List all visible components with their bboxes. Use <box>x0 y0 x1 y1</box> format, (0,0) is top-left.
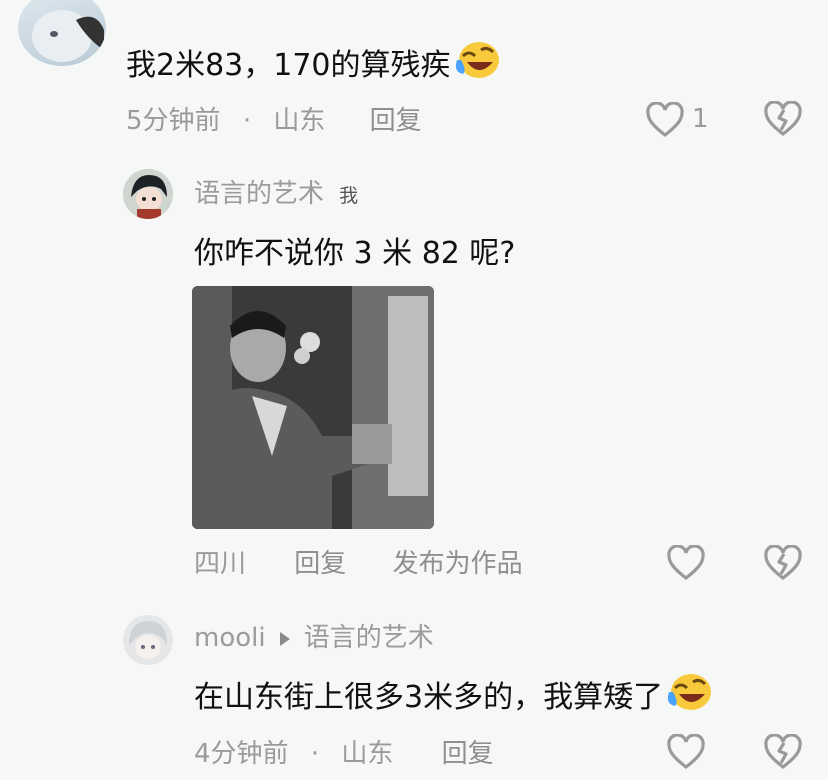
heart-icon <box>667 545 705 581</box>
reply1-dislike-button[interactable] <box>764 545 802 581</box>
like-button[interactable]: 1 <box>646 100 710 140</box>
reply2-text-content: 在山东街上很多3米多的，我算矮了 <box>194 680 664 715</box>
reply1-location: 四川 <box>194 549 247 579</box>
laugh-cry-emoji-icon <box>667 672 713 725</box>
reply-arrow-icon <box>279 624 291 660</box>
avatar-top-commenter[interactable] <box>18 0 106 66</box>
avatar-reply2[interactable] <box>123 615 173 665</box>
broken-heart-icon <box>764 101 802 137</box>
laugh-cry-emoji-icon <box>455 40 501 93</box>
reply-button[interactable]: 回复 <box>370 106 422 136</box>
comment-meta: 5分钟前 · 山东 回复 <box>126 103 422 139</box>
dislike-button[interactable] <box>764 101 802 137</box>
reply2-dislike-button[interactable] <box>764 734 802 770</box>
meta-dot: · <box>310 739 320 769</box>
reply1-like-button[interactable] <box>667 545 705 581</box>
reply2-location: 山东 <box>341 739 394 769</box>
like-count: 1 <box>692 104 709 134</box>
reply1-text: 你咋不说你 3 米 82 呢? <box>194 236 516 271</box>
author-badge: 我 <box>339 185 359 207</box>
reply2-text: 在山东街上很多3米多的，我算矮了 <box>194 672 713 725</box>
broken-heart-icon <box>764 545 802 581</box>
heart-icon <box>646 102 684 138</box>
heart-icon <box>667 734 705 770</box>
reply1-username[interactable]: 语言的艺术 <box>194 179 324 209</box>
reply1-image[interactable] <box>192 286 434 529</box>
comment-location: 山东 <box>273 106 326 136</box>
publish-as-work-button[interactable]: 发布为作品 <box>393 549 523 579</box>
reply2-time: 4分钟前 <box>194 739 289 769</box>
reply2-reply-button[interactable]: 回复 <box>442 739 494 769</box>
comment-text: 我2米83，170的算残疾 <box>126 40 501 93</box>
reply1-reply-button[interactable]: 回复 <box>294 549 346 579</box>
reply2-header: mooli 语言的艺术 <box>194 620 434 660</box>
comment-text-content: 我2米83，170的算残疾 <box>126 48 451 83</box>
reply2-meta: 4分钟前 · 山东 回复 <box>194 736 494 772</box>
comment-time: 5分钟前 <box>126 106 221 136</box>
reply2-reply-to[interactable]: 语言的艺术 <box>304 623 434 653</box>
meta-dot: · <box>242 106 252 136</box>
avatar-reply1[interactable] <box>123 169 173 219</box>
reply1-header: 语言的艺术 我 <box>194 176 358 215</box>
reply2-like-button[interactable] <box>667 734 705 770</box>
broken-heart-icon <box>764 734 802 770</box>
reply2-username[interactable]: mooli <box>194 623 266 653</box>
reply1-meta: 四川 回复 发布为作品 <box>194 546 523 582</box>
